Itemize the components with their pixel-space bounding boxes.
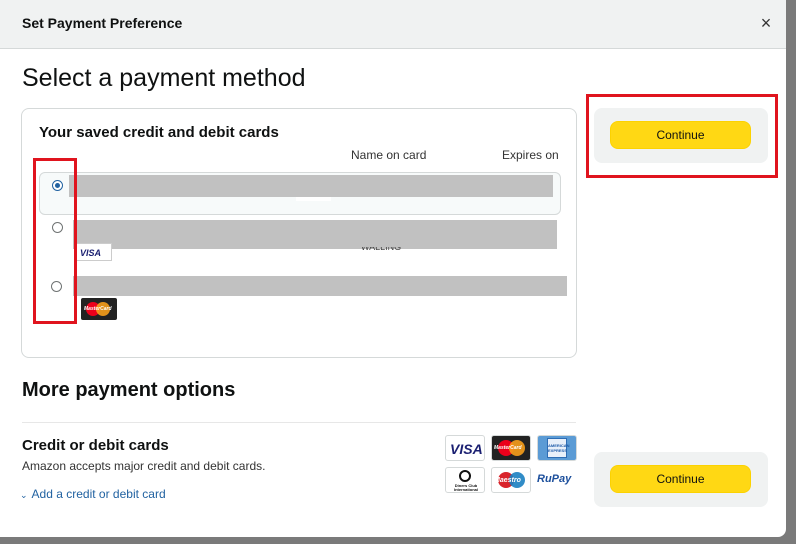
- rupay-logo-text: RuPay: [537, 473, 572, 485]
- more-options-title: More payment options: [22, 379, 236, 401]
- add-card-link[interactable]: ⌄ Add a credit or debit card: [20, 487, 166, 501]
- maestro-logo: Maestro: [491, 467, 531, 493]
- amex-logo: AMERICAN EXPRESS: [537, 435, 577, 461]
- column-header-name: Name on card: [351, 148, 427, 162]
- visa-card-logo: VISA: [76, 243, 112, 261]
- diners-club-logo: Diners Club International: [445, 467, 485, 493]
- close-icon[interactable]: ×: [756, 12, 776, 34]
- chevron-down-icon: ⌄: [20, 490, 28, 500]
- continue-button-highlight: [586, 94, 778, 178]
- redaction-gap: [296, 197, 331, 201]
- credit-debit-title: Credit or debit cards: [22, 437, 169, 454]
- redacted-card-info-3: [73, 276, 567, 296]
- continue-button-bottom[interactable]: Continue: [610, 465, 751, 493]
- section-divider: [22, 422, 576, 423]
- redacted-card-info-2: [73, 220, 557, 249]
- add-card-link-label: Add a credit or debit card: [31, 487, 166, 501]
- mastercard-card-logo: MasterCard: [81, 298, 117, 320]
- visa-logo-text: VISA: [450, 441, 483, 457]
- diners-club-circle: [459, 470, 471, 482]
- saved-cards-title: Your saved credit and debit cards: [39, 124, 279, 141]
- mastercard-logo-text: MasterCard: [84, 306, 112, 312]
- credit-debit-subtitle: Amazon accepts major credit and debit ca…: [22, 459, 266, 473]
- rupay-logo: RuPay: [537, 467, 577, 493]
- visa-logo: VISA: [445, 435, 485, 461]
- dialog-header: Set Payment Preference ×: [0, 0, 786, 49]
- amex-logo-text: AMERICAN EXPRESS: [548, 443, 570, 453]
- card-holder-name-partial: WALLING: [361, 247, 402, 252]
- mastercard-logo-text: MasterCard: [494, 445, 522, 451]
- redacted-card-info-1: [69, 175, 553, 197]
- payment-preference-dialog: Set Payment Preference × Select a paymen…: [0, 0, 786, 537]
- radio-column-highlight: [33, 158, 77, 324]
- column-header-expires: Expires on: [502, 148, 559, 162]
- diners-club-logo-text: Diners Club International: [453, 483, 478, 492]
- dialog-title: Set Payment Preference: [22, 15, 183, 31]
- mastercard-logo: MasterCard: [491, 435, 531, 461]
- page-title: Select a payment method: [22, 64, 306, 92]
- maestro-logo-text: Maestro: [494, 477, 521, 484]
